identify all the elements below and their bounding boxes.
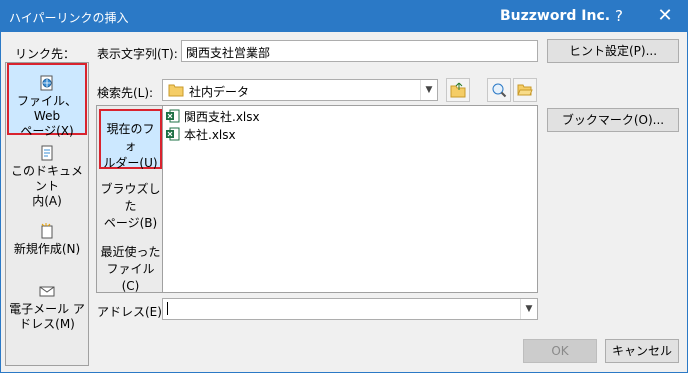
nav-item-label: ブラウズした bbox=[100, 182, 161, 213]
up-folder-button[interactable] bbox=[446, 78, 470, 102]
link-to-pane: ファイル、Web ページ(X) このドキュメント 内(A) 新規作成(N) 電子… bbox=[5, 62, 89, 366]
link-item-label: 内(A) bbox=[32, 194, 62, 208]
browse-nav-pane: 現在のフォ ルダー(U) ブラウズした ページ(B) 最近使った ファイル(C) bbox=[96, 105, 163, 293]
open-folder-icon bbox=[517, 84, 533, 96]
title-bar: ハイパーリンクの挿入 Buzzword Inc. ? ✕ bbox=[1, 1, 687, 32]
email-icon bbox=[39, 286, 55, 297]
folder-icon bbox=[168, 84, 184, 97]
browse-web-button[interactable] bbox=[487, 78, 511, 102]
link-to-label: リンク先： bbox=[15, 47, 76, 61]
text-cursor bbox=[167, 302, 168, 315]
display-text-input[interactable]: 関西支社営業部 bbox=[181, 40, 538, 62]
window-title: ハイパーリンクの挿入 bbox=[9, 11, 129, 25]
brand-label: Buzzword Inc. bbox=[500, 8, 611, 24]
nav-item-label: 現在のフォ bbox=[106, 122, 155, 153]
link-item-label: 新規作成(N) bbox=[13, 242, 81, 256]
browse-web-icon bbox=[492, 83, 507, 98]
chevron-down-icon[interactable]: ▼ bbox=[420, 80, 437, 100]
link-item-label: ファイル、Web bbox=[16, 94, 77, 123]
nav-item-label: ファイル(C) bbox=[106, 262, 155, 293]
close-button[interactable]: ✕ bbox=[653, 4, 677, 28]
nav-item-label: 最近使った bbox=[100, 245, 161, 259]
link-item-label: ページ(X) bbox=[20, 124, 74, 138]
globe-file-icon bbox=[40, 75, 53, 91]
nav-current-folder[interactable]: 現在のフォ ルダー(U) bbox=[99, 109, 162, 170]
chevron-down-icon[interactable]: ▼ bbox=[520, 299, 537, 319]
list-item[interactable]: 本社.xlsx bbox=[166, 127, 236, 144]
nav-browsed-pages[interactable]: ブラウズした ページ(B) bbox=[99, 181, 162, 230]
browse-file-button[interactable] bbox=[513, 78, 537, 102]
look-in-combo[interactable]: 社内データ ▼ bbox=[162, 79, 438, 101]
bookmark-button[interactable]: ブックマーク(O)... bbox=[547, 108, 679, 132]
link-to-this-document[interactable]: このドキュメント 内(A) bbox=[7, 145, 87, 208]
list-item[interactable]: 関西支社.xlsx bbox=[166, 109, 260, 126]
cancel-button[interactable]: キャンセル bbox=[605, 339, 679, 363]
link-item-label: このドキュメント bbox=[10, 164, 83, 193]
nav-item-label: ルダー(U) bbox=[103, 156, 158, 170]
file-list[interactable]: 関西支社.xlsx 本社.xlsx bbox=[162, 105, 538, 293]
screen-tip-button[interactable]: ヒント設定(P)... bbox=[547, 39, 679, 63]
file-name: 関西支社.xlsx bbox=[184, 110, 260, 124]
address-label: アドレス(E): bbox=[97, 305, 166, 319]
look-in-value: 社内データ bbox=[189, 85, 250, 99]
excel-file-icon bbox=[166, 109, 180, 123]
address-input[interactable]: ▼ bbox=[162, 298, 538, 320]
nav-recent-files[interactable]: 最近使った ファイル(C) bbox=[99, 244, 162, 293]
link-to-email-address[interactable]: 電子メール ア ドレス(M) bbox=[7, 283, 87, 343]
up-folder-icon bbox=[450, 82, 466, 98]
link-item-label: 電子メール ア bbox=[9, 302, 85, 316]
ok-button[interactable]: OK bbox=[523, 339, 597, 363]
link-to-existing-file[interactable]: ファイル、Web ページ(X) bbox=[7, 63, 87, 138]
link-item-label: ドレス(M) bbox=[19, 317, 75, 331]
nav-item-label: ページ(B) bbox=[103, 216, 158, 230]
help-button[interactable]: ? bbox=[609, 7, 629, 25]
file-name: 本社.xlsx bbox=[184, 128, 236, 142]
new-document-icon bbox=[41, 223, 53, 239]
display-text-label: 表示文字列(T): bbox=[97, 47, 178, 61]
hyperlink-dialog: ハイパーリンクの挿入 Buzzword Inc. ? ✕ リンク先： ファイル、… bbox=[0, 0, 688, 373]
link-to-new-document[interactable]: 新規作成(N) bbox=[7, 223, 87, 263]
document-place-icon bbox=[41, 145, 53, 161]
excel-file-icon bbox=[166, 127, 180, 141]
look-in-label: 検索先(L): bbox=[97, 86, 154, 100]
